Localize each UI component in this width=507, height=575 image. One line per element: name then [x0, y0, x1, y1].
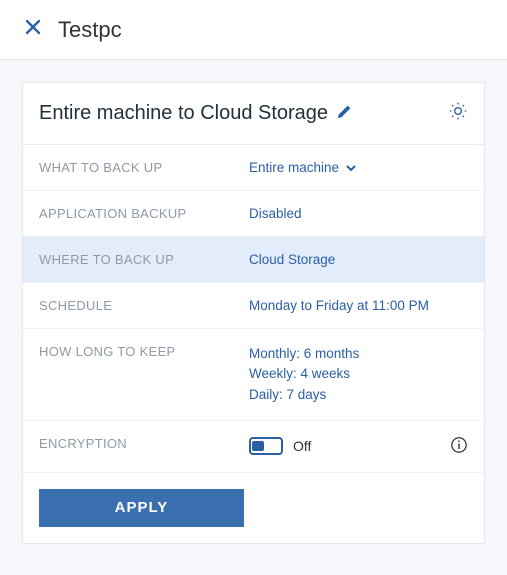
row-value: Monthly: 6 months Weekly: 4 weeks Daily:…	[249, 344, 359, 405]
gear-icon	[448, 101, 468, 126]
keep-line-daily: Daily: 7 days	[249, 385, 359, 405]
row-label: WHAT TO BACK UP	[39, 160, 249, 175]
apply-button[interactable]: APPLY	[39, 489, 244, 527]
panel-title: Entire machine to Cloud Storage	[39, 102, 328, 125]
edit-title-button[interactable]	[336, 102, 354, 125]
toggle-knob	[252, 441, 264, 451]
encryption-info-button[interactable]	[450, 436, 468, 457]
row-value: Entire machine	[249, 160, 468, 175]
row-what-to-back-up[interactable]: WHAT TO BACK UP Entire machine	[23, 145, 484, 191]
row-value: Cloud Storage	[249, 252, 468, 267]
encryption-toggle[interactable]	[249, 437, 283, 455]
keep-line-weekly: Weekly: 4 weeks	[249, 364, 359, 384]
row-value: Monday to Friday at 11:00 PM	[249, 298, 468, 313]
row-label: APPLICATION BACKUP	[39, 206, 249, 221]
backup-plan-panel: Entire machine to Cloud Storage WHAT TO …	[22, 82, 485, 544]
page-header: Testpc	[0, 0, 507, 60]
encryption-state-label: Off	[293, 438, 311, 454]
apply-row: APPLY	[23, 473, 484, 543]
panel-header: Entire machine to Cloud Storage	[23, 83, 484, 145]
row-encryption: ENCRYPTION Off	[23, 421, 484, 473]
close-button[interactable]	[18, 15, 48, 45]
row-label: HOW LONG TO KEEP	[39, 344, 249, 359]
row-label: WHERE TO BACK UP	[39, 252, 249, 267]
keep-line-monthly: Monthly: 6 months	[249, 344, 359, 364]
chevron-down-icon	[345, 162, 357, 174]
pencil-icon	[336, 102, 354, 125]
row-value: Off	[249, 436, 468, 457]
page-title: Testpc	[58, 17, 122, 43]
row-schedule[interactable]: SCHEDULE Monday to Friday at 11:00 PM	[23, 283, 484, 329]
row-value: Disabled	[249, 206, 468, 221]
row-application-backup[interactable]: APPLICATION BACKUP Disabled	[23, 191, 484, 237]
close-icon	[25, 19, 41, 40]
row-how-long-to-keep[interactable]: HOW LONG TO KEEP Monthly: 6 months Weekl…	[23, 329, 484, 421]
row-label: SCHEDULE	[39, 298, 249, 313]
row-label: ENCRYPTION	[39, 436, 249, 451]
info-icon	[450, 436, 468, 457]
row-where-to-back-up[interactable]: WHERE TO BACK UP Cloud Storage	[23, 237, 484, 283]
what-value-text: Entire machine	[249, 160, 339, 175]
settings-button[interactable]	[448, 101, 468, 126]
